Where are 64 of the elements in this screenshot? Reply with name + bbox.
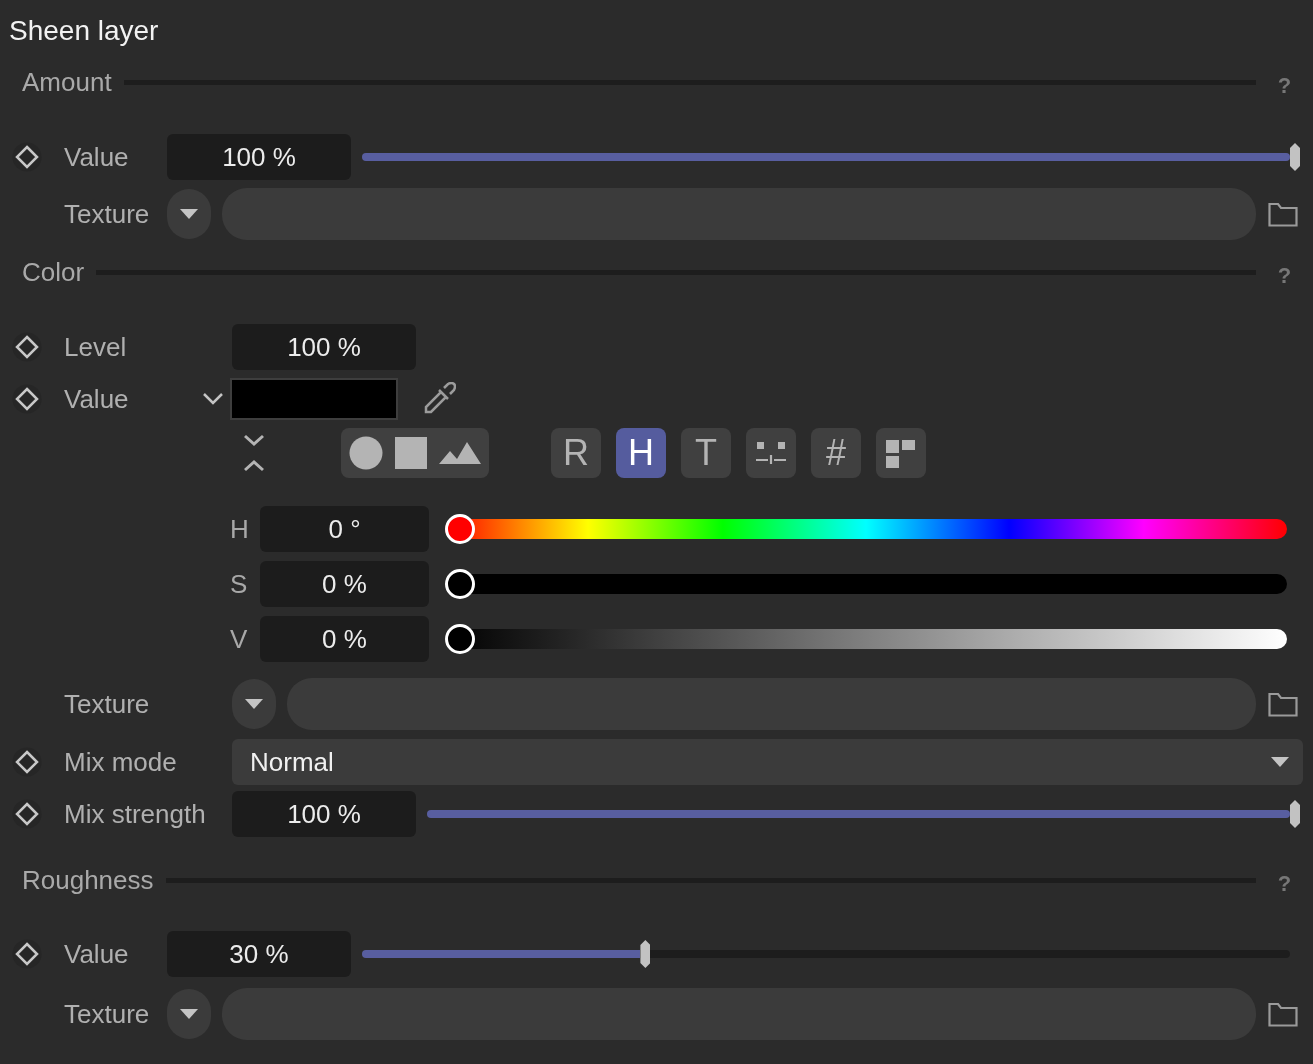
value-field[interactable]: 100 % [232, 791, 416, 837]
slider-handle[interactable] [1290, 800, 1300, 828]
slider-handle[interactable] [640, 940, 651, 968]
color-slider-handle[interactable] [445, 569, 475, 599]
folder-icon[interactable] [1268, 201, 1298, 227]
color-mode-tab[interactable] [746, 428, 796, 478]
mountains-icon[interactable] [439, 442, 481, 464]
keyframe-diamond-icon[interactable] [12, 384, 42, 414]
section-header: Color [21, 256, 86, 288]
slider-track[interactable] [362, 153, 1290, 161]
value-field[interactable]: 100 % [167, 134, 351, 180]
folder-icon[interactable] [1268, 1001, 1298, 1027]
texture-dropdown-button[interactable] [167, 989, 211, 1039]
color-slider-handle[interactable] [445, 514, 475, 544]
slider-handle[interactable] [1290, 143, 1300, 171]
parameter-label: Value [64, 141, 130, 173]
parameter-label: Texture [64, 198, 151, 230]
color-mode-tab[interactable]: R [551, 428, 601, 478]
swatches-icon [885, 437, 917, 469]
caret-icon [180, 209, 198, 219]
value-field[interactable]: 100 % [232, 324, 416, 370]
color-slider-handle[interactable] [445, 624, 475, 654]
chevron-down-icon[interactable] [202, 392, 224, 406]
sliders-icon [755, 440, 787, 466]
texture-dropdown-button[interactable] [167, 189, 211, 239]
value-field[interactable]: 30 % [167, 931, 351, 977]
parameter-label: Value [64, 938, 130, 970]
parameter-label: Texture [64, 998, 151, 1030]
caret-icon [245, 699, 263, 709]
parameter-label: Mix strength [64, 798, 207, 830]
color-mode-tab[interactable] [876, 428, 926, 478]
parameter-label: Value [64, 383, 130, 415]
parameter-label: Mix mode [64, 746, 178, 778]
value-field[interactable]: 0 ° [260, 506, 429, 552]
texture-dropdown-button[interactable] [232, 679, 276, 729]
collapse-chevrons-icon[interactable] [242, 433, 266, 473]
channel-label: H [230, 513, 250, 545]
caret-icon [1271, 757, 1289, 767]
slider-track[interactable] [362, 950, 1290, 958]
caret-icon [180, 1009, 198, 1019]
keyframe-diamond-icon[interactable] [12, 142, 42, 172]
section-header: Amount [21, 66, 113, 98]
color-swatch[interactable] [230, 378, 398, 420]
value-field[interactable]: 0 % [260, 561, 429, 607]
panel-title: Sheen layer [8, 14, 160, 48]
mix-mode-dropdown[interactable]: Normal [232, 739, 1303, 785]
keyframe-diamond-icon[interactable] [12, 799, 42, 829]
keyframe-diamond-icon[interactable] [12, 747, 42, 777]
color-mode-tab[interactable]: # [811, 428, 861, 478]
color-mode-tab[interactable]: T [681, 428, 731, 478]
channel-label: S [230, 568, 249, 600]
circle-icon[interactable] [349, 436, 383, 470]
channel-label: V [230, 623, 249, 655]
slider-track[interactable] [427, 810, 1290, 818]
eyedropper-icon[interactable] [422, 382, 456, 416]
color-mode-tab[interactable]: H [616, 428, 666, 478]
parameter-label: Texture [64, 688, 151, 720]
shape-toggle-group[interactable] [341, 428, 489, 478]
section-header: Roughness [21, 864, 155, 896]
keyframe-diamond-icon[interactable] [12, 332, 42, 362]
value-field[interactable]: 0 % [260, 616, 429, 662]
keyframe-diamond-icon[interactable] [12, 939, 42, 969]
folder-icon[interactable] [1268, 691, 1298, 717]
parameter-label: Level [64, 331, 128, 363]
